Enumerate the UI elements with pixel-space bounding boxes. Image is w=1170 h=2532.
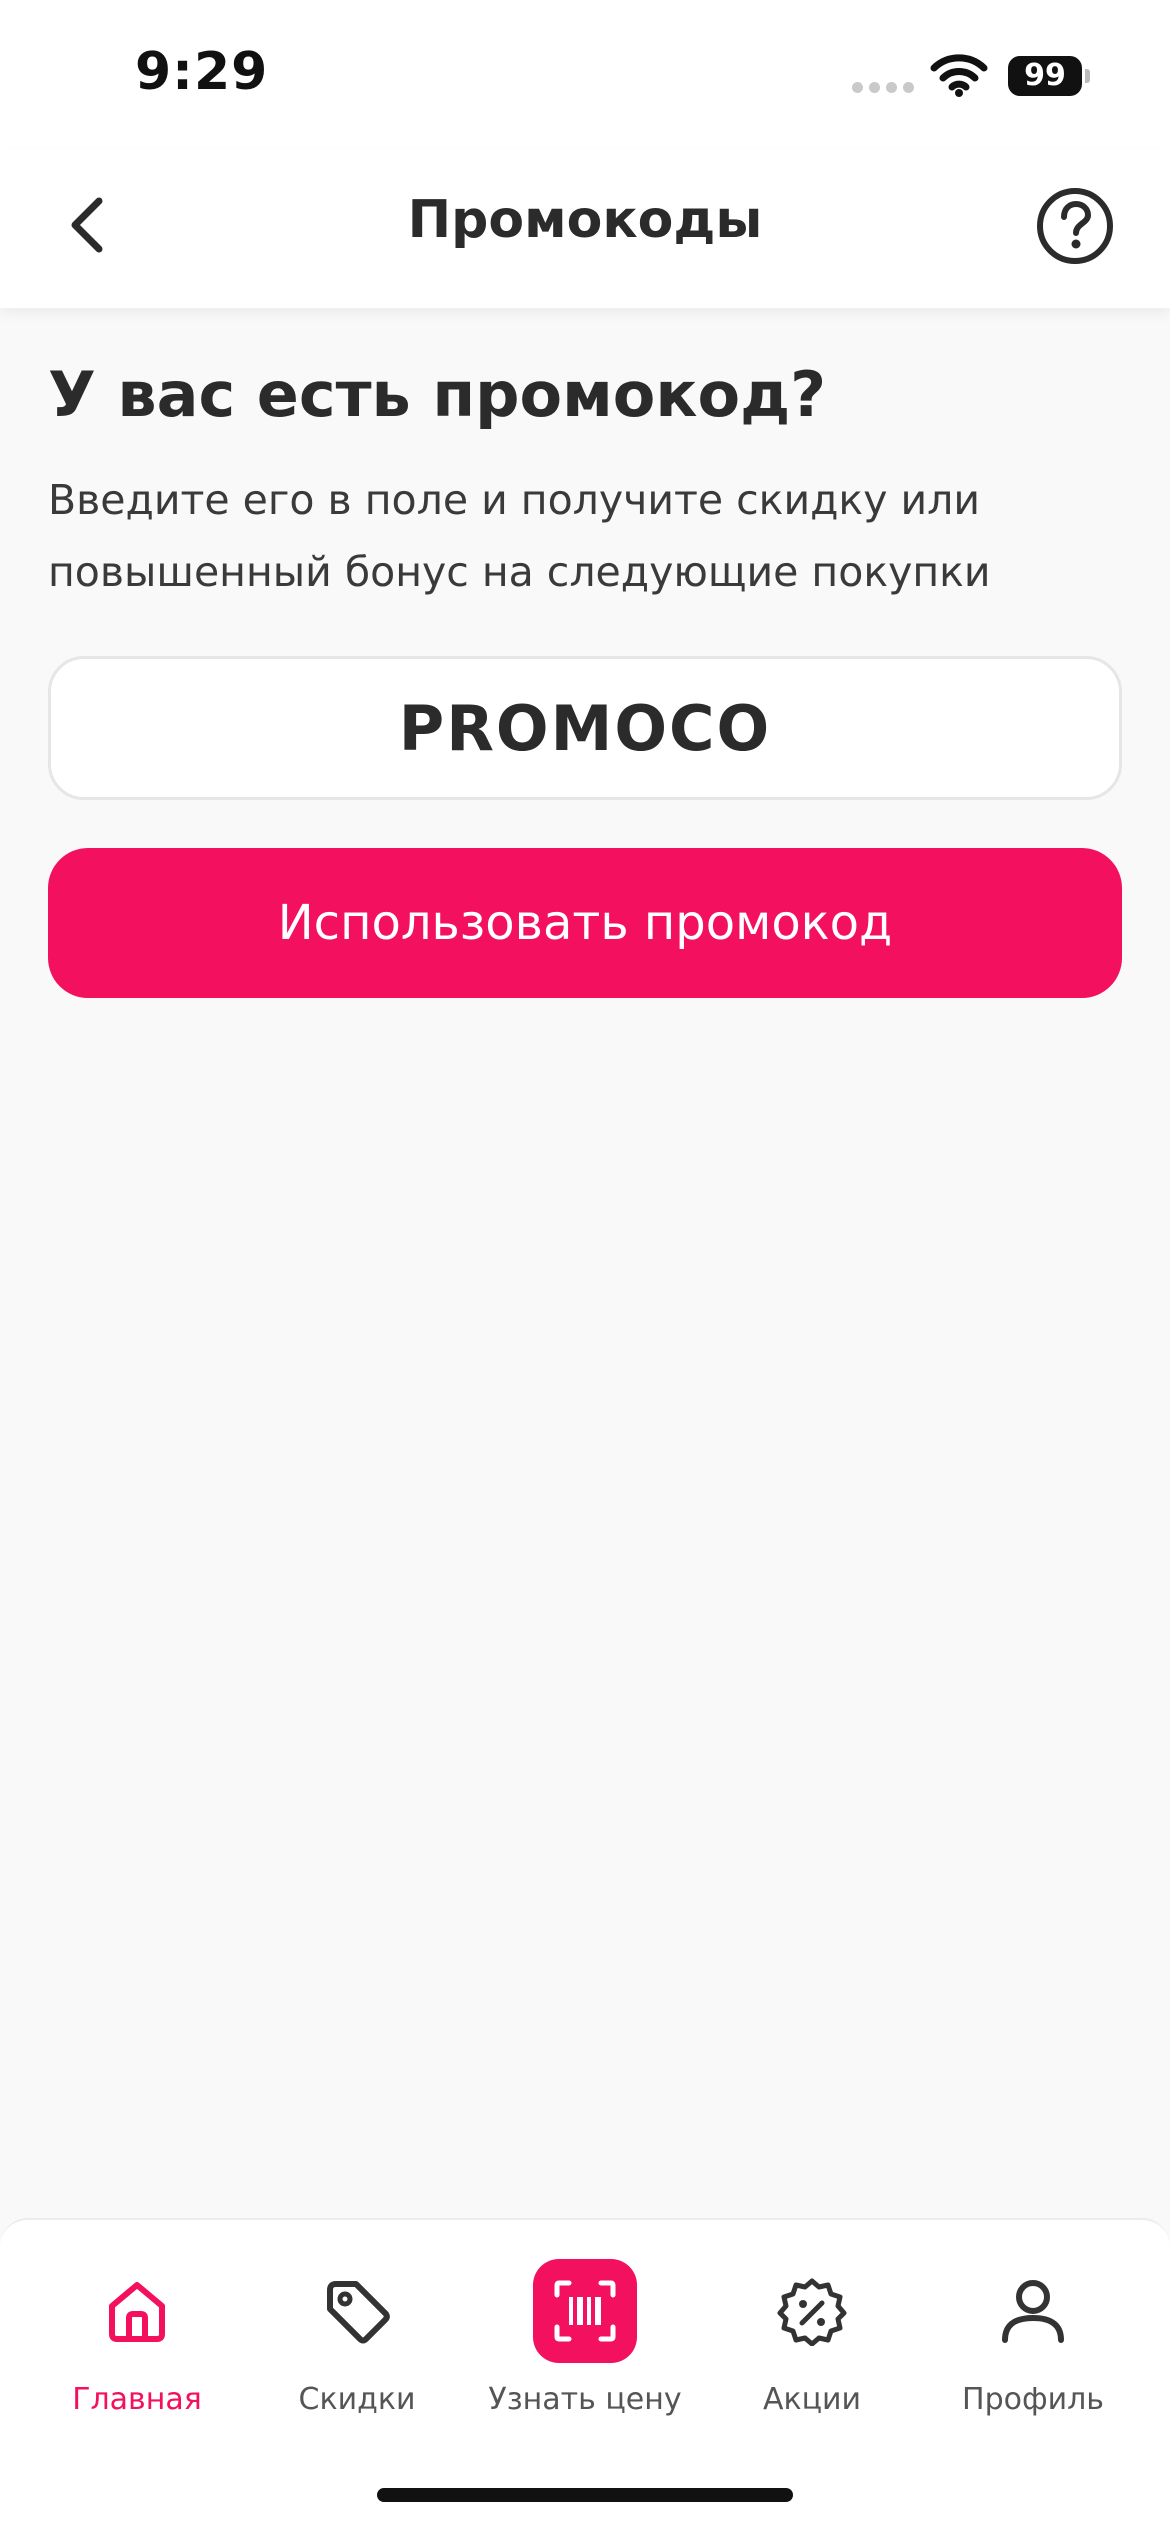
- tab-discounts[interactable]: Скидки: [242, 2256, 472, 2436]
- promo-code-input[interactable]: [51, 691, 1119, 765]
- promo-description-line-2: повышенный бонус на следующие покупки: [48, 548, 991, 596]
- tab-profile-label: Профиль: [962, 2382, 1104, 2417]
- promocodes-screen: 9:29 99 Промокоды У вас есть промокод? В…: [0, 0, 1170, 2532]
- percent-badge-icon: [757, 2256, 867, 2366]
- tab-profile[interactable]: Профиль: [918, 2256, 1148, 2436]
- promo-description-line-1: Введите его в поле и получите скидку или: [48, 476, 980, 524]
- apply-promo-button[interactable]: Использовать промокод: [48, 848, 1122, 998]
- tab-discounts-label: Скидки: [298, 2382, 416, 2417]
- status-bar: 9:29 99: [0, 0, 1170, 150]
- battery-tip: [1085, 69, 1090, 83]
- tab-home[interactable]: Главная: [22, 2256, 252, 2436]
- page-title: Промокоды: [407, 190, 763, 250]
- user-icon: [978, 2256, 1088, 2366]
- home-indicator: [377, 2488, 793, 2502]
- barcode-scan-icon: [533, 2259, 637, 2363]
- bottom-tab-bar: Главная Скидки Узнать цену Акции Профиль: [0, 2218, 1170, 2532]
- tab-promotions-label: Акции: [762, 2382, 862, 2417]
- cellular-signal-icon: [852, 82, 914, 93]
- tab-promotions[interactable]: Акции: [697, 2256, 927, 2436]
- scan-button-wrap: [530, 2256, 640, 2366]
- promo-code-field[interactable]: [48, 656, 1122, 800]
- status-time: 9:29: [135, 42, 269, 102]
- tag-icon: [302, 2256, 412, 2366]
- battery-level: 99: [1024, 58, 1066, 93]
- tab-check-price-label: Узнать цену: [488, 2382, 682, 2417]
- battery-icon: 99: [1008, 56, 1082, 96]
- wifi-icon: [930, 54, 988, 97]
- tab-check-price[interactable]: Узнать цену: [470, 2256, 700, 2436]
- promo-description: Введите его в поле и получите скидку или…: [48, 464, 1128, 608]
- nav-header: Промокоды: [0, 150, 1170, 308]
- help-button[interactable]: [1035, 186, 1115, 266]
- tab-home-label: Главная: [72, 2382, 202, 2417]
- home-icon: [82, 2256, 192, 2366]
- promo-heading: У вас есть промокод?: [48, 358, 827, 431]
